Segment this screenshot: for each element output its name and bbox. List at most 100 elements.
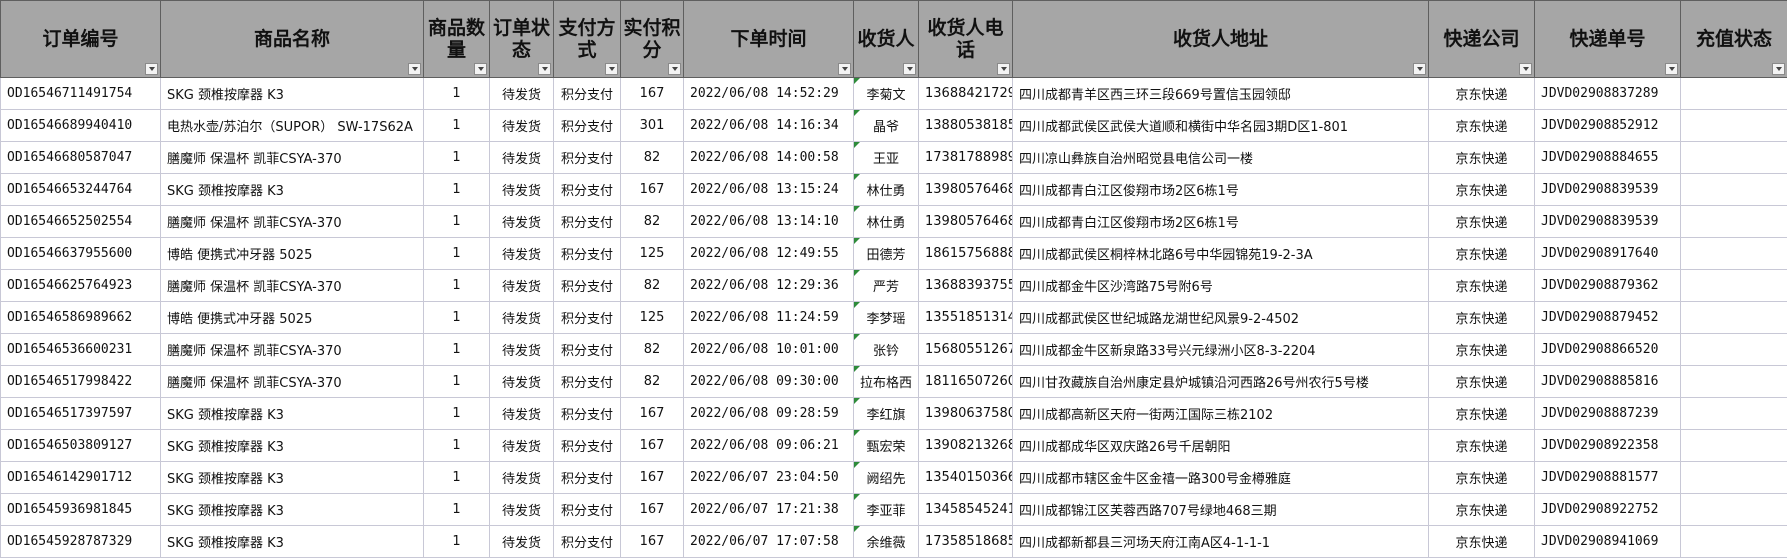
cell-order-time[interactable]: 2022/06/07 17:21:38 bbox=[684, 494, 854, 526]
cell-recipient[interactable]: 余维薇 bbox=[854, 526, 919, 558]
cell-order-id[interactable]: OD16546711491754 bbox=[1, 78, 161, 110]
cell-recharge-status[interactable] bbox=[1681, 494, 1787, 526]
cell-order-time[interactable]: 2022/06/08 12:49:55 bbox=[684, 238, 854, 270]
cell-quantity[interactable]: 1 bbox=[424, 78, 490, 110]
cell-points-paid[interactable]: 167 bbox=[621, 174, 684, 206]
cell-recipient[interactable]: 严芳 bbox=[854, 270, 919, 302]
cell-order-status[interactable]: 待发货 bbox=[490, 334, 554, 366]
filter-dropdown-icon[interactable] bbox=[605, 63, 618, 75]
filter-dropdown-icon[interactable] bbox=[1519, 63, 1532, 75]
cell-courier[interactable]: 京东快递 bbox=[1429, 494, 1535, 526]
cell-order-time[interactable]: 2022/06/07 17:07:58 bbox=[684, 526, 854, 558]
filter-dropdown-icon[interactable] bbox=[668, 63, 681, 75]
cell-points-paid[interactable]: 167 bbox=[621, 78, 684, 110]
cell-tracking-number[interactable]: JDVD02908887239 bbox=[1535, 398, 1681, 430]
cell-points-paid[interactable]: 125 bbox=[621, 238, 684, 270]
cell-product-name[interactable]: 膳魔师 保温杯 凯菲CSYA-370 bbox=[161, 142, 424, 174]
cell-payment-method[interactable]: 积分支付 bbox=[554, 430, 621, 462]
cell-product-name[interactable]: 电热水壶/苏泊尔（SUPOR） SW-17S62A bbox=[161, 110, 424, 142]
cell-order-time[interactable]: 2022/06/08 14:16:34 bbox=[684, 110, 854, 142]
cell-product-name[interactable]: SKG 颈椎按摩器 K3 bbox=[161, 430, 424, 462]
cell-points-paid[interactable]: 167 bbox=[621, 462, 684, 494]
cell-payment-method[interactable]: 积分支付 bbox=[554, 494, 621, 526]
cell-order-status[interactable]: 待发货 bbox=[490, 270, 554, 302]
cell-recipient-address[interactable]: 四川成都青白江区俊翔市场2区6栋1号 bbox=[1013, 174, 1429, 206]
cell-recipient[interactable]: 阙绍先 bbox=[854, 462, 919, 494]
cell-courier[interactable]: 京东快递 bbox=[1429, 206, 1535, 238]
cell-points-paid[interactable]: 167 bbox=[621, 398, 684, 430]
cell-quantity[interactable]: 1 bbox=[424, 462, 490, 494]
cell-points-paid[interactable]: 167 bbox=[621, 494, 684, 526]
cell-quantity[interactable]: 1 bbox=[424, 494, 490, 526]
cell-courier[interactable]: 京东快递 bbox=[1429, 238, 1535, 270]
cell-order-status[interactable]: 待发货 bbox=[490, 302, 554, 334]
cell-recipient[interactable]: 李菊文 bbox=[854, 78, 919, 110]
cell-product-name[interactable]: 膳魔师 保温杯 凯菲CSYA-370 bbox=[161, 270, 424, 302]
filter-dropdown-icon[interactable] bbox=[903, 63, 916, 75]
cell-order-id[interactable]: OD16546689940410 bbox=[1, 110, 161, 142]
cell-order-id[interactable]: OD16546142901712 bbox=[1, 462, 161, 494]
cell-recipient-address[interactable]: 四川凉山彝族自治州昭觉县电信公司一楼 bbox=[1013, 142, 1429, 174]
cell-order-id[interactable]: OD16545928787329 bbox=[1, 526, 161, 558]
cell-recharge-status[interactable] bbox=[1681, 462, 1787, 494]
cell-recipient-phone[interactable]: 13980576468 bbox=[919, 174, 1013, 206]
cell-recharge-status[interactable] bbox=[1681, 238, 1787, 270]
cell-recipient-address[interactable]: 四川成都青羊区西三环三段669号置信玉园领邸 bbox=[1013, 78, 1429, 110]
cell-quantity[interactable]: 1 bbox=[424, 366, 490, 398]
cell-order-status[interactable]: 待发货 bbox=[490, 206, 554, 238]
cell-product-name[interactable]: 博皓 便携式冲牙器 5025 bbox=[161, 302, 424, 334]
cell-tracking-number[interactable]: JDVD02908917640 bbox=[1535, 238, 1681, 270]
filter-dropdown-icon[interactable] bbox=[838, 63, 851, 75]
cell-recipient-phone[interactable]: 17358518685 bbox=[919, 526, 1013, 558]
cell-payment-method[interactable]: 积分支付 bbox=[554, 110, 621, 142]
cell-points-paid[interactable]: 125 bbox=[621, 302, 684, 334]
cell-order-status[interactable]: 待发货 bbox=[490, 462, 554, 494]
cell-payment-method[interactable]: 积分支付 bbox=[554, 270, 621, 302]
cell-product-name[interactable]: 膳魔师 保温杯 凯菲CSYA-370 bbox=[161, 366, 424, 398]
cell-points-paid[interactable]: 82 bbox=[621, 366, 684, 398]
cell-payment-method[interactable]: 积分支付 bbox=[554, 174, 621, 206]
cell-order-time[interactable]: 2022/06/08 11:24:59 bbox=[684, 302, 854, 334]
filter-dropdown-icon[interactable] bbox=[474, 63, 487, 75]
cell-recipient[interactable]: 林仕勇 bbox=[854, 206, 919, 238]
cell-order-id[interactable]: OD16546637955600 bbox=[1, 238, 161, 270]
cell-recipient-address[interactable]: 四川成都高新区天府一街两江国际三栋2102 bbox=[1013, 398, 1429, 430]
cell-product-name[interactable]: SKG 颈椎按摩器 K3 bbox=[161, 174, 424, 206]
cell-quantity[interactable]: 1 bbox=[424, 238, 490, 270]
cell-tracking-number[interactable]: JDVD02908881577 bbox=[1535, 462, 1681, 494]
cell-payment-method[interactable]: 积分支付 bbox=[554, 238, 621, 270]
cell-quantity[interactable]: 1 bbox=[424, 174, 490, 206]
cell-tracking-number[interactable]: JDVD02908866520 bbox=[1535, 334, 1681, 366]
cell-courier[interactable]: 京东快递 bbox=[1429, 110, 1535, 142]
cell-product-name[interactable]: 膳魔师 保温杯 凯菲CSYA-370 bbox=[161, 334, 424, 366]
cell-quantity[interactable]: 1 bbox=[424, 142, 490, 174]
cell-recharge-status[interactable] bbox=[1681, 398, 1787, 430]
cell-quantity[interactable]: 1 bbox=[424, 398, 490, 430]
cell-recipient-address[interactable]: 四川甘孜藏族自治州康定县炉城镇沿河西路26号州农行5号楼 bbox=[1013, 366, 1429, 398]
cell-recharge-status[interactable] bbox=[1681, 334, 1787, 366]
cell-tracking-number[interactable]: JDVD02908852912 bbox=[1535, 110, 1681, 142]
cell-order-id[interactable]: OD16546517397597 bbox=[1, 398, 161, 430]
cell-order-time[interactable]: 2022/06/08 10:01:00 bbox=[684, 334, 854, 366]
cell-recipient-phone[interactable]: 13908213268 bbox=[919, 430, 1013, 462]
cell-order-status[interactable]: 待发货 bbox=[490, 398, 554, 430]
filter-dropdown-icon[interactable] bbox=[408, 63, 421, 75]
cell-order-time[interactable]: 2022/06/08 09:30:00 bbox=[684, 366, 854, 398]
cell-order-id[interactable]: OD16546586989662 bbox=[1, 302, 161, 334]
cell-quantity[interactable]: 1 bbox=[424, 526, 490, 558]
filter-dropdown-icon[interactable] bbox=[1413, 63, 1426, 75]
cell-recharge-status[interactable] bbox=[1681, 302, 1787, 334]
cell-order-status[interactable]: 待发货 bbox=[490, 78, 554, 110]
cell-recipient-phone[interactable]: 15680551267 bbox=[919, 334, 1013, 366]
cell-courier[interactable]: 京东快递 bbox=[1429, 526, 1535, 558]
cell-order-status[interactable]: 待发货 bbox=[490, 174, 554, 206]
cell-order-id[interactable]: OD16546653244764 bbox=[1, 174, 161, 206]
cell-quantity[interactable]: 1 bbox=[424, 430, 490, 462]
cell-recipient[interactable]: 林仕勇 bbox=[854, 174, 919, 206]
cell-tracking-number[interactable]: JDVD02908922752 bbox=[1535, 494, 1681, 526]
cell-quantity[interactable]: 1 bbox=[424, 302, 490, 334]
cell-recipient-phone[interactable]: 13688393755 bbox=[919, 270, 1013, 302]
cell-recharge-status[interactable] bbox=[1681, 526, 1787, 558]
cell-recipient-address[interactable]: 四川成都武侯区武侯大道顺和横街中华名园3期D区1-801 bbox=[1013, 110, 1429, 142]
cell-quantity[interactable]: 1 bbox=[424, 110, 490, 142]
